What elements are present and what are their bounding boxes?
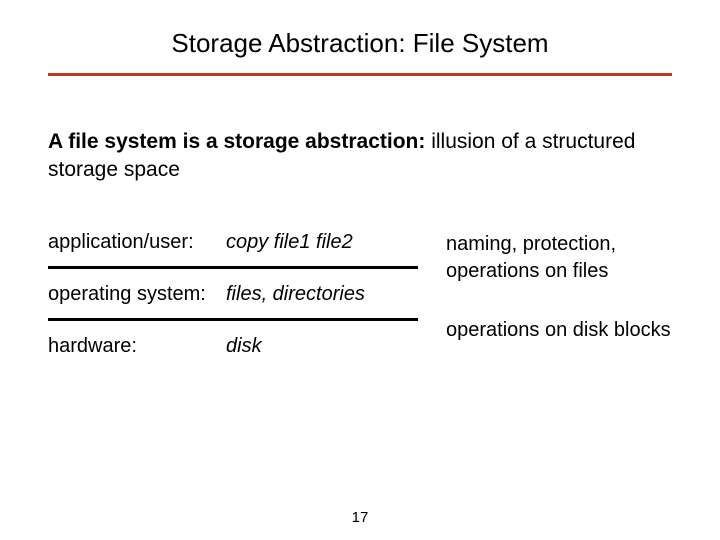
title-underline [48,73,672,76]
layer-row-app: application/user: copy file1 file2 [48,229,428,256]
layer-value: disk [226,333,262,360]
note-upper: naming, protection, operations on files [446,231,672,285]
intro-bold: A file system is a storage abstraction: [48,130,425,153]
layer-label: operating system: [48,281,226,308]
layer-value: files, directories [226,281,365,308]
body: application/user: copy file1 file2 opera… [48,229,672,360]
layer-value: copy file1 file2 [226,229,353,256]
slide: Storage Abstraction: File System A file … [0,0,720,540]
page-number: 17 [0,509,720,526]
intro-text: A file system is a storage abstraction: … [48,128,672,185]
layers-column: application/user: copy file1 file2 opera… [48,229,428,360]
slide-title: Storage Abstraction: File System [48,28,672,59]
note-lower: operations on disk blocks [446,317,672,344]
layer-row-os: operating system: files, directories [48,281,428,308]
layer-label: hardware: [48,333,226,360]
layer-separator [48,318,418,321]
notes-column: naming, protection, operations on files … [446,229,672,360]
layer-row-hw: hardware: disk [48,333,428,360]
layer-separator [48,266,418,269]
layer-label: application/user: [48,229,226,256]
